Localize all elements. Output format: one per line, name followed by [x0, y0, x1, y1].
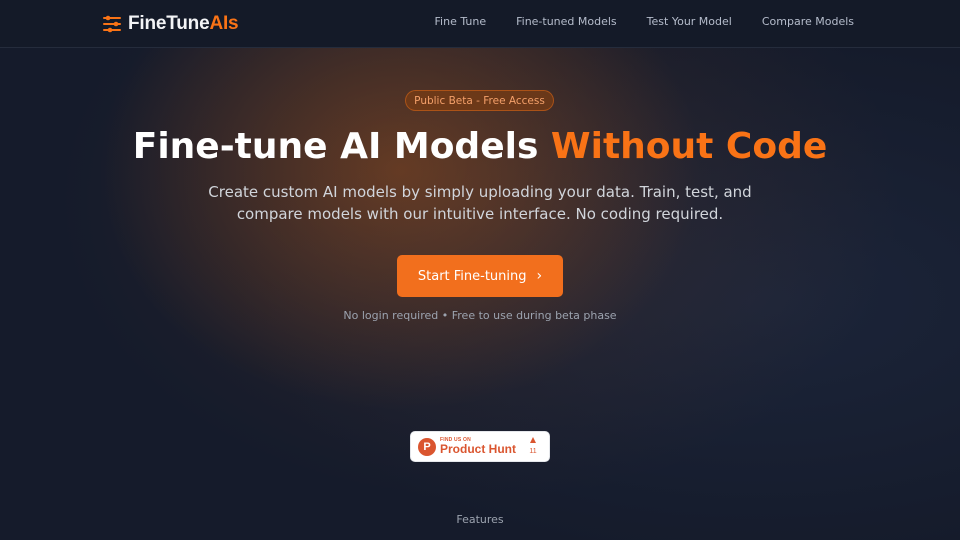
hero-subtitle-line-2: compare models with our intuitive interf…	[236, 204, 724, 223]
hero-title-plain: Fine-tune AI Models	[132, 126, 551, 167]
features-section-label[interactable]: Features	[0, 513, 960, 526]
nav-link-fine-tune[interactable]: Fine Tune	[435, 15, 487, 28]
product-hunt-big-text: Product Hunt	[440, 442, 516, 456]
hero-note: No login required • Free to use during b…	[343, 309, 617, 322]
hero-title: Fine-tune AI Models Without Code	[0, 124, 960, 170]
product-hunt-votes: 11	[527, 437, 539, 455]
start-fine-tuning-label: Start Fine-tuning	[417, 268, 527, 284]
product-hunt-text: FIND US ON Product Hunt	[440, 437, 516, 456]
sliders-logo-icon	[103, 15, 121, 33]
start-fine-tuning-button[interactable]: Start Fine-tuning ›	[397, 255, 563, 297]
upvote-triangle-icon	[530, 437, 536, 443]
top-navbar: FineTuneAIs Fine Tune Fine-tuned Models …	[0, 0, 960, 48]
main-nav: Fine Tune Fine-tuned Models Test Your Mo…	[405, 0, 854, 42]
upvote-count: 11	[529, 448, 537, 455]
brand-name: FineTuneAIs	[128, 13, 239, 34]
chevron-right-icon: ›	[536, 268, 543, 284]
product-hunt-logo-icon: P	[418, 437, 436, 456]
nav-link-fine-tuned-models[interactable]: Fine-tuned Models	[516, 15, 617, 28]
brand-logo[interactable]: FineTuneAIs	[100, 12, 239, 36]
product-hunt-badge[interactable]: P FIND US ON Product Hunt 11	[410, 431, 550, 462]
hero-title-accent: Without Code	[550, 126, 828, 167]
nav-link-compare-models[interactable]: Compare Models	[762, 15, 854, 28]
hero-subtitle: Create custom AI models by simply upload…	[180, 182, 780, 225]
beta-badge: Public Beta - Free Access	[405, 90, 554, 111]
hero-subtitle-line-1: Create custom AI models by simply upload…	[208, 183, 752, 201]
nav-link-test-your-model[interactable]: Test Your Model	[647, 15, 732, 28]
